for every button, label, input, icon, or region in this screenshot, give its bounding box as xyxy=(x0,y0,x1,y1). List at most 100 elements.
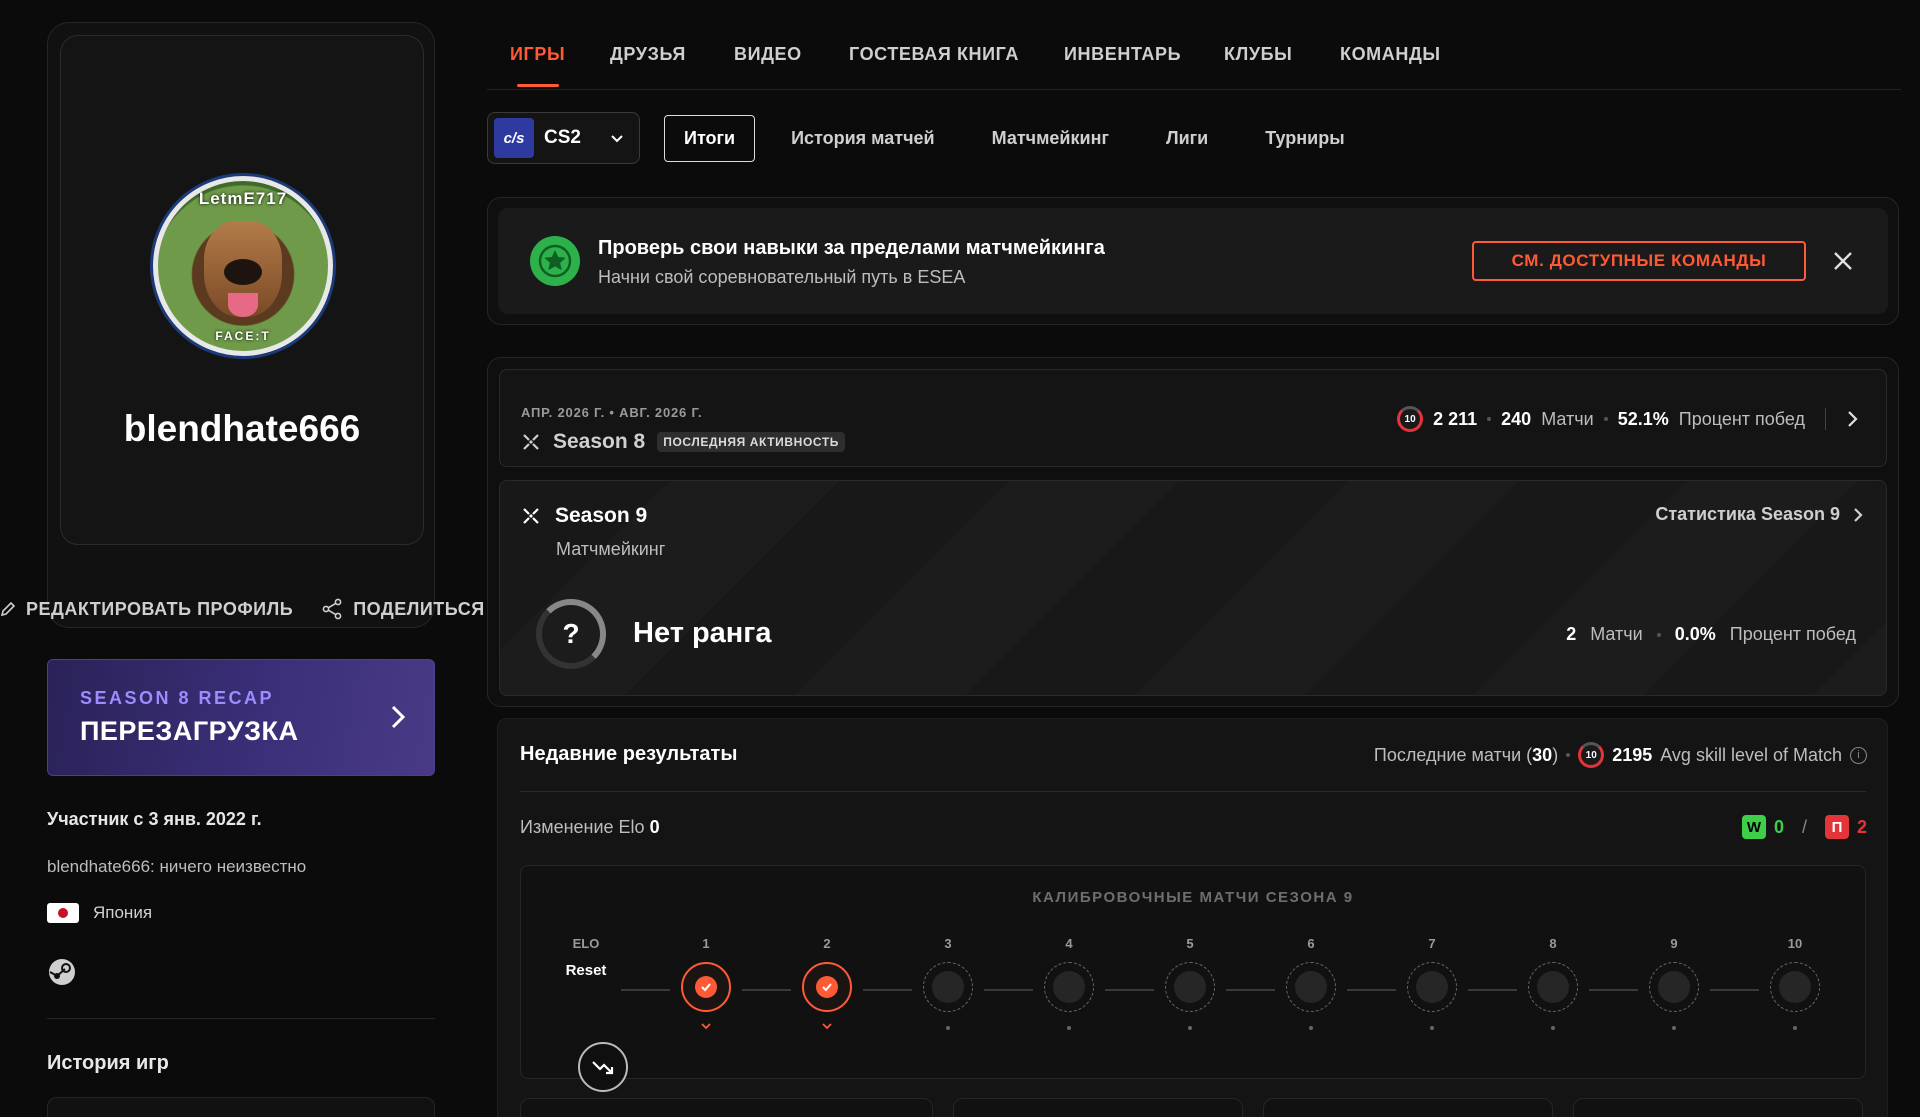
dot-separator xyxy=(1656,632,1661,637)
season-icon xyxy=(521,506,541,526)
tab-games[interactable]: ИГРЫ xyxy=(510,44,565,65)
close-icon[interactable] xyxy=(1832,250,1854,277)
empty-slot xyxy=(932,971,964,1003)
calibration-connector xyxy=(1710,989,1759,991)
no-rank-label: Нет ранга xyxy=(633,617,772,649)
recent-meta: Последние матчи (30) 10 2195 Avg skill l… xyxy=(1374,742,1867,768)
season9-matches: 2 xyxy=(1566,624,1577,644)
calibration-step-7[interactable]: 7 xyxy=(1402,936,1462,1030)
calibration-step-label: 6 xyxy=(1307,936,1315,951)
calibration-step-1[interactable]: 1 xyxy=(676,936,736,1036)
season9-matches-label: Матчи xyxy=(1590,624,1643,644)
esea-banner: Проверь свои навыки за пределами матчмей… xyxy=(487,197,1899,325)
steam-icon[interactable] xyxy=(48,958,76,986)
calibration-step-3[interactable]: 3 xyxy=(918,936,978,1030)
subtab-tournaments[interactable]: Турниры xyxy=(1265,128,1344,149)
empty-slot xyxy=(1295,971,1327,1003)
bottom-card xyxy=(1263,1098,1553,1117)
share-label: ПОДЕЛИТЬСЯ xyxy=(353,598,485,619)
tab-friends[interactable]: ДРУЗЬЯ xyxy=(610,44,686,65)
last-matches-close: ) xyxy=(1552,744,1559,765)
country: Япония xyxy=(47,903,152,923)
calibration-connector xyxy=(742,989,791,991)
pending-dot xyxy=(1067,1026,1071,1030)
game-selector[interactable]: c/s CS2 xyxy=(487,112,640,164)
season8-stats: 10 2 211 240 Матчи 52.1% Процент побед xyxy=(1397,406,1860,432)
cs2-logo-icon: c/s xyxy=(494,118,534,158)
calibration-step-label: 10 xyxy=(1787,936,1803,951)
tab-video[interactable]: ВИДЕО xyxy=(734,44,802,65)
bottom-card xyxy=(520,1098,933,1117)
subtab-match-history[interactable]: История матчей xyxy=(791,128,935,149)
tab-teams[interactable]: КОМАНДЫ xyxy=(1340,44,1441,65)
season8-elo: 2 211 xyxy=(1433,408,1478,429)
calibration-panel: КАЛИБРОВОЧНЫЕ МАТЧИ СЕЗОНА 9 ELO Reset 1… xyxy=(520,865,1866,1092)
empty-slot xyxy=(1537,971,1569,1003)
tab-clubs[interactable]: КЛУБЫ xyxy=(1224,44,1292,65)
pending-dot xyxy=(1793,1026,1797,1030)
season-icon xyxy=(521,432,541,452)
chevron-down-icon[interactable] xyxy=(676,1018,736,1036)
japan-flag-icon xyxy=(47,903,79,923)
skill-level-icon: 10 xyxy=(1578,742,1605,768)
bottom-card xyxy=(953,1098,1243,1117)
games-history-card xyxy=(47,1097,435,1117)
recent-results-title: Недавние результаты xyxy=(520,743,738,765)
season9-stats-link[interactable]: Статистика Season 9 xyxy=(1655,504,1864,525)
pending-dot xyxy=(1188,1026,1192,1030)
game-name: CS2 xyxy=(544,127,581,148)
calibration-connector xyxy=(1589,989,1638,991)
tab-inventory[interactable]: ИНВЕНТАРЬ xyxy=(1064,44,1181,65)
edit-profile-label: РЕДАКТИРОВАТЬ ПРОФИЛЬ xyxy=(26,598,294,619)
avatar-dog-tongue xyxy=(228,293,258,317)
info-icon[interactable]: i xyxy=(1850,746,1867,764)
recap-subtitle: SEASON 8 RECAP xyxy=(80,688,275,708)
calibration-step-9[interactable]: 9 xyxy=(1644,936,1704,1030)
left-divider xyxy=(47,1018,435,1019)
avatar-text-bottom: FACE:T xyxy=(215,329,271,343)
calibration-step-2[interactable]: 2 xyxy=(797,936,857,1036)
match-pending-icon xyxy=(923,962,973,1012)
match-pending-icon xyxy=(1770,962,1820,1012)
loss-badge: П xyxy=(1824,815,1849,839)
check-icon xyxy=(816,976,838,998)
chevron-down-icon[interactable] xyxy=(797,1018,857,1036)
country-name: Япония xyxy=(93,903,153,922)
chevron-right-icon xyxy=(388,702,408,737)
match-pending-icon xyxy=(1649,962,1699,1012)
calibration-step-4[interactable]: 4 xyxy=(1039,936,1099,1030)
share-button[interactable]: ПОДЕЛИТЬСЯ xyxy=(321,598,485,620)
games-history-title: История игр xyxy=(47,1052,169,1074)
recent-divider xyxy=(520,791,1866,792)
calibration-connector xyxy=(1468,989,1517,991)
season9-stats-link-label: Статистика Season 9 xyxy=(1655,504,1840,524)
match-pending-icon xyxy=(1044,962,1094,1012)
see-teams-button[interactable]: СМ. ДОСТУПНЫЕ КОМАНДЫ xyxy=(1472,241,1806,281)
empty-slot xyxy=(1416,971,1448,1003)
calibration-step-6[interactable]: 6 xyxy=(1281,936,1341,1030)
calibration-step-8[interactable]: 8 xyxy=(1523,936,1583,1030)
empty-slot xyxy=(1779,971,1811,1003)
avg-skill-value: 2195 xyxy=(1612,744,1653,765)
edit-profile-button[interactable]: РЕДАКТИРОВАТЬ ПРОФИЛЬ xyxy=(0,599,293,620)
subtab-summary[interactable]: Итоги xyxy=(664,114,756,162)
season8-row[interactable]: АПР. 2026 Г. • АВГ. 2026 Г. Season 8 ПОС… xyxy=(499,369,1887,467)
season9-name: Season 9 xyxy=(555,504,648,527)
subtab-matchmaking[interactable]: Матчмейкинг xyxy=(992,128,1109,149)
tab-guestbook[interactable]: ГОСТЕВАЯ КНИГА xyxy=(849,44,1019,65)
pending-dot xyxy=(1430,1026,1434,1030)
subtab-leagues[interactable]: Лиги xyxy=(1166,128,1208,149)
dot-separator xyxy=(1603,417,1608,421)
esea-banner-inner: Проверь свои навыки за пределами матчмей… xyxy=(498,208,1888,314)
season8-winrate: 52.1% xyxy=(1617,408,1669,429)
match-pending-icon xyxy=(1407,962,1457,1012)
match-done-icon xyxy=(681,962,731,1012)
member-since: Участник с 3 янв. 2022 г. xyxy=(47,809,262,829)
avatar[interactable]: LetmE717 FACE:T xyxy=(153,176,333,356)
calibration-step-10[interactable]: 10 xyxy=(1765,936,1825,1030)
elo-change-label: Изменение Elo xyxy=(520,817,645,837)
profile-card: LetmE717 FACE:T blendhate666 РЕДАКТИРОВА… xyxy=(0,22,484,628)
season-recap-card[interactable]: SEASON 8 RECAP ПЕРЕЗАГРУЗКА xyxy=(47,659,435,776)
season9-stats: 2 Матчи 0.0% Процент побед xyxy=(1566,624,1856,645)
calibration-step-5[interactable]: 5 xyxy=(1160,936,1220,1030)
